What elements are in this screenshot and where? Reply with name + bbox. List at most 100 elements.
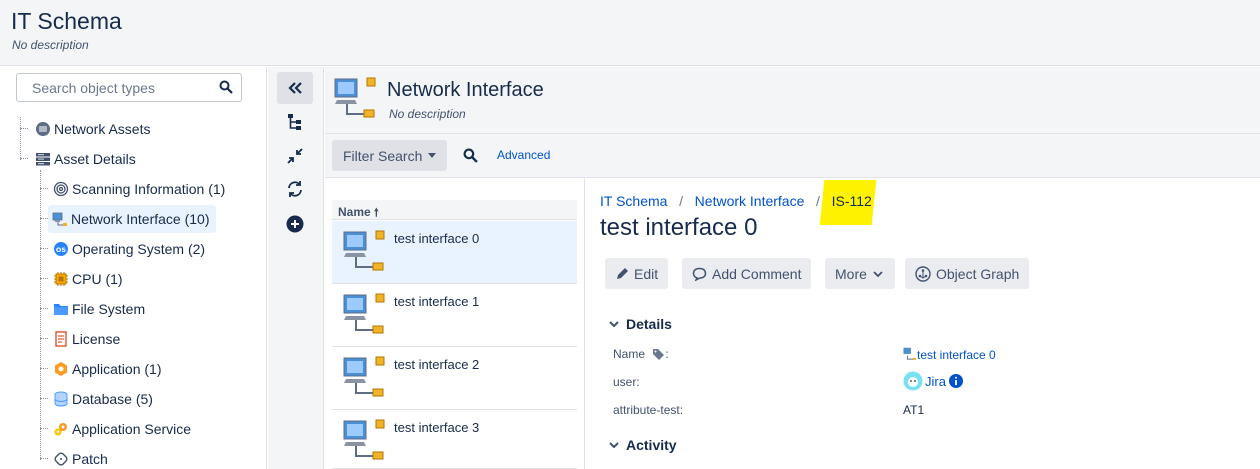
tree-item-label: Network Interface (10) <box>71 211 210 227</box>
tree-item-cpu[interactable]: CPU (1) <box>53 266 123 292</box>
tree-item-label: Application (1) <box>72 361 162 377</box>
network-interface-icon <box>903 347 917 361</box>
attribute-value-user[interactable]: Jira <box>903 371 963 391</box>
filter-search-label: Filter Search <box>343 147 423 164</box>
object-graph-button[interactable]: Object Graph <box>905 258 1030 289</box>
tree-item-network-assets[interactable]: Network Assets <box>35 116 150 142</box>
double-chevron-left-icon <box>288 82 302 94</box>
tree-item-database[interactable]: Database (5) <box>53 386 153 412</box>
attribute-value-name[interactable]: test interface 0 <box>903 347 996 362</box>
activity-section-toggle[interactable]: Activity <box>609 437 677 453</box>
chevron-down-icon <box>609 321 619 327</box>
breadcrumb-separator: / <box>671 193 691 209</box>
hierarchy-icon <box>288 114 301 130</box>
breadcrumb-schema-link[interactable]: IT Schema <box>600 193 667 209</box>
network-interface-icon <box>343 356 385 397</box>
plus-circle-icon <box>286 215 304 233</box>
caret-down-icon <box>428 153 437 158</box>
object-graph-label: Object Graph <box>936 265 1020 282</box>
list-item[interactable]: test interface 0 <box>332 221 577 284</box>
add-comment-label: Add Comment <box>712 265 802 282</box>
tree-item-operating-system[interactable]: OS Operating System (2) <box>53 236 205 262</box>
tag-icon <box>653 349 665 360</box>
breadcrumb-object-key[interactable]: IS-112 <box>832 193 872 209</box>
tree-item-label: Asset Details <box>54 151 136 167</box>
object-type-description: No description <box>389 107 466 121</box>
tree-item-application-service[interactable]: Application Service <box>53 416 191 442</box>
tree-item-asset-details[interactable]: Asset Details <box>35 146 136 172</box>
tree-item-label: Database (5) <box>72 391 153 407</box>
add-object-type-button[interactable] <box>277 208 313 240</box>
details-heading: Details <box>626 316 672 332</box>
collapse-panel-button[interactable] <box>277 72 313 104</box>
refresh-icon <box>288 181 302 197</box>
filter-bar: Filter Search Advanced <box>325 133 1260 178</box>
tree-item-license[interactable]: License <box>53 326 120 352</box>
license-icon <box>55 331 67 347</box>
info-icon[interactable] <box>948 374 963 388</box>
advanced-search-link[interactable]: Advanced <box>497 148 550 162</box>
activity-heading: Activity <box>626 437 677 453</box>
attribute-label-name: Name : <box>613 347 669 361</box>
tree-item-patch[interactable]: Patch <box>53 446 108 469</box>
search-icon[interactable] <box>219 80 233 94</box>
avatar <box>903 371 923 391</box>
list-item[interactable]: test interface 3 <box>332 410 577 469</box>
patch-icon <box>54 452 68 466</box>
tree-item-label: Application Service <box>72 421 192 437</box>
fingerprint-icon <box>53 181 69 197</box>
attribute-label-attribute-test: attribute-test: <box>613 403 684 417</box>
pencil-icon <box>617 267 628 279</box>
server-rack-icon <box>36 153 50 166</box>
refresh-button[interactable] <box>277 173 313 205</box>
search-object-types-input[interactable]: Search object types <box>16 73 242 102</box>
attribute-label-user: user: <box>613 375 640 389</box>
tree-item-label: License <box>72 331 121 347</box>
list-item[interactable]: test interface 1 <box>332 284 577 347</box>
list-column-header[interactable]: Name 🠕 <box>332 200 577 220</box>
network-interface-large-icon <box>334 77 376 118</box>
attribute-value-attribute-test: AT1 <box>903 403 925 417</box>
hierarchy-view-button[interactable] <box>277 106 313 138</box>
folder-icon <box>54 304 68 315</box>
tree-item-label: Operating System (2) <box>72 241 206 257</box>
breadcrumb-object-type-link[interactable]: Network Interface <box>695 193 805 209</box>
add-comment-button[interactable]: Add Comment <box>682 258 812 289</box>
graph-icon <box>915 265 931 282</box>
filter-search-button[interactable]: Filter Search <box>332 140 447 171</box>
more-label: More <box>835 265 867 282</box>
tree-item-label: Network Assets <box>54 121 151 137</box>
search-icon[interactable] <box>463 148 478 163</box>
tree-item-label: CPU (1) <box>72 271 123 287</box>
details-section-toggle[interactable]: Details <box>609 316 672 332</box>
user-name-link[interactable]: Jira <box>925 374 946 389</box>
pane-divider <box>584 179 585 469</box>
list-item-label: test interface 0 <box>394 231 480 246</box>
network-interface-icon <box>343 419 385 460</box>
schema-header: IT Schema No description <box>0 0 1260 66</box>
breadcrumb: IT Schema / Network Interface / IS-112 <box>600 193 872 209</box>
tree-item-application[interactable]: Application (1) <box>53 356 162 382</box>
tree-item-label: Patch <box>72 451 108 467</box>
tree-item-label: Scanning Information (1) <box>72 181 226 197</box>
object-title: test interface 0 <box>600 214 758 241</box>
object-type-title: Network Interface <box>387 79 544 101</box>
tree-item-label: File System <box>72 301 146 317</box>
more-button[interactable]: More <box>825 258 895 289</box>
network-interface-icon <box>343 293 385 334</box>
tree-item-file-system[interactable]: File System <box>53 296 145 322</box>
list-item[interactable]: test interface 2 <box>332 347 577 410</box>
svg-text:OS: OS <box>56 246 67 254</box>
name-column-label: Name <box>338 205 371 219</box>
cpu-icon <box>54 272 68 286</box>
tree-item-network-interface[interactable]: Network Interface (10) <box>48 205 216 233</box>
object-type-header: Network Interface No description <box>325 67 1260 133</box>
edit-button[interactable]: Edit <box>605 258 669 289</box>
attribute-value-text: test interface 0 <box>917 348 996 362</box>
tree-item-scanning-information[interactable]: Scanning Information (1) <box>53 176 225 202</box>
list-item-label: test interface 3 <box>394 420 480 435</box>
chevron-down-icon <box>873 270 883 277</box>
attribute-label-text: Name <box>613 347 646 361</box>
network-interface-icon <box>52 212 67 226</box>
collapse-all-button[interactable] <box>277 140 313 172</box>
